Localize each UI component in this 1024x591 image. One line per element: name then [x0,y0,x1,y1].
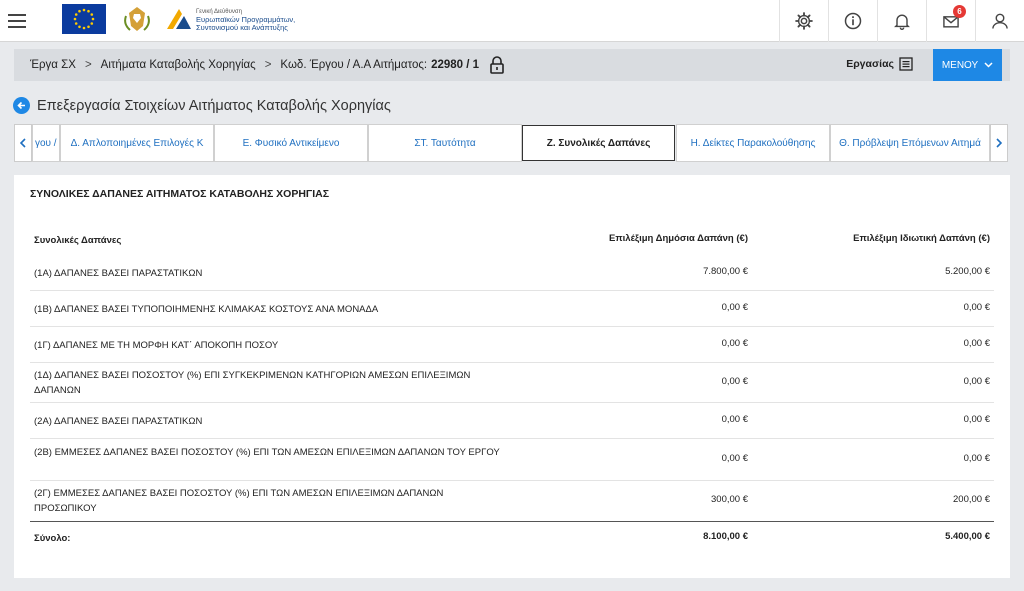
info-button[interactable] [828,0,877,42]
column-header: Επιλέξιμη Δημόσια Δαπάνη (€) [609,233,748,244]
settings-button[interactable] [779,0,828,42]
tab-strip: γου / Δ. Απλοποιημένες Επιλογές Κ Ε. Φυσ… [14,124,1010,162]
row-public-amount: 300,00 € [711,494,748,505]
row-label: (1Δ) ΔΑΠΑΝΕΣ ΒΑΣΕΙ ΠΟΣΟΣΤΟΥ (%) ΕΠΙ ΣΥΓΚ… [34,370,471,396]
info-icon [844,12,862,30]
row-private-amount: 0,00 € [963,376,990,387]
notification-badge: 6 [953,5,966,18]
row-private-amount: 200,00 € [953,494,990,505]
breadcrumb-code-label: Κωδ. Έργου / Α.Α Αιτήματος: [280,59,428,71]
tab-previous-partial[interactable]: γου / [32,124,60,162]
total-row: Σύνολο: 8.100,00 € 5.400,00 € [30,521,994,549]
row-label: (2Β) ΕΜΜΕΣΕΣ ΔΑΠΑΝΕΣ ΒΑΣΕΙ ΠΟΣΟΣΤΟΥ (%) … [34,447,500,458]
logo-text-line: Συντονισμού και Ανάπτυξης [196,23,288,32]
row-public-amount: 0,00 € [721,453,748,464]
row-label: (2Α) ΔΑΠΑΝΕΣ ΒΑΣΕΙ ΠΑΡΑΣΤΑΤΙΚΩΝ [34,416,203,427]
row-public-amount: 0,00 € [721,302,748,313]
notifications-button[interactable] [877,0,926,42]
tab-next-requests-forecast[interactable]: Θ. Πρόβλεψη Επόμενων Αιτημά [830,124,990,162]
bell-icon [894,14,910,30]
menu-button[interactable]: ΜΕΝΟΥ [933,49,1002,81]
row-public-amount: 0,00 € [721,376,748,387]
tab-monitoring-indicators[interactable]: Η. Δείκτες Παρακολούθησης [676,124,830,162]
tab-scroll-right[interactable] [990,124,1008,162]
chevron-right-icon [996,138,1002,148]
row-label: (1Β) ΔΑΠΑΝΕΣ ΒΑΣΕΙ ΤΥΠΟΠΟΙΗΜΕΝΗΣ ΚΛΙΜΑΚΑ… [34,304,379,315]
eu-flag-logo [62,4,106,34]
table-row: (1Γ) ΔΑΠΑΝΕΣ ΜΕ ΤΗ ΜΟΡΦΗ ΚΑΤ΄ ΑΠΟΚΟΠΗ ΠΟ… [30,327,994,363]
row-label: (1Α) ΔΑΠΑΝΕΣ ΒΑΣΕΙ ΠΑΡΑΣΤΑΤΙΚΩΝ [34,268,203,279]
menu-button-label: ΜΕΝΟΥ [941,59,979,71]
row-label: (1Γ) ΔΑΠΑΝΕΣ ΜΕ ΤΗ ΜΟΡΦΗ ΚΑΤ΄ ΑΠΟΚΟΠΗ ΠΟ… [34,340,279,351]
table-row: (2Α) ΔΑΠΑΝΕΣ ΒΑΣΕΙ ΠΑΡΑΣΤΑΤΙΚΩΝ 0,00 € 0… [30,403,994,439]
row-public-amount: 0,00 € [721,414,748,425]
breadcrumb-code-value: 22980 / 1 [431,59,480,71]
tasks-label: Εργασίας [846,58,894,70]
total-label: Σύνολο: [34,533,71,544]
row-private-amount: 0,00 € [963,453,990,464]
row-public-amount: 0,00 € [721,338,748,349]
row-label: (2Γ) ΕΜΜΕΣΕΣ ΔΑΠΑΝΕΣ ΒΑΣΕΙ ΠΟΣΟΣΤΟΥ (%) … [34,488,444,514]
gear-icon [795,12,813,30]
lock-icon [490,56,504,74]
messages-button[interactable]: 6 [926,0,975,42]
chevron-right-icon: > [84,59,92,71]
row-private-amount: 0,00 € [963,302,990,313]
total-private-amount: 5.400,00 € [945,531,990,542]
user-icon [992,13,1008,29]
top-bar: Γενική Διεύθυνση Ευρωπαϊκών Προγραμμάτων… [0,0,1024,42]
chevron-right-icon: > [264,59,272,71]
column-header: Επιλέξιμη Ιδιωτική Δαπάνη (€) [853,233,990,244]
page-title: Επεξεργασία Στοιχείων Αιτήματος Καταβολή… [37,97,391,114]
tab-scroll-left[interactable] [14,124,32,162]
table-row: (1Δ) ΔΑΠΑΝΕΣ ΒΑΣΕΙ ΠΟΣΟΣΤΟΥ (%) ΕΠΙ ΣΥΓΚ… [30,363,994,403]
column-header: Συνολικές Δαπάνες [34,235,122,246]
list-icon [899,57,913,71]
section-title: ΣΥΝΟΛΙΚΕΣ ΔΑΠΑΝΕΣ ΑΙΤΗΜΑΤΟΣ ΚΑΤΑΒΟΛΗΣ ΧΟ… [30,188,330,200]
back-arrow-icon[interactable] [13,97,30,114]
user-button[interactable] [975,0,1024,42]
page-header: Επεξεργασία Στοιχείων Αιτήματος Καταβολή… [13,97,391,114]
cyprus-emblem-logo [120,4,154,34]
directorate-logo: Γενική Διεύθυνση Ευρωπαϊκών Προγραμμάτων… [164,2,304,38]
tasks-button[interactable]: Εργασίας [846,57,913,71]
breadcrumb: Έργα ΣΧ > Αιτήματα Καταβολής Χορηγίας > … [14,56,505,74]
chevron-down-icon [984,62,993,68]
table-row: (1Α) ΔΑΠΑΝΕΣ ΒΑΣΕΙ ΠΑΡΑΣΤΑΤΙΚΩΝ 7.800,00… [30,255,994,291]
expenses-card: ΣΥΝΟΛΙΚΕΣ ΔΑΠΑΝΕΣ ΑΙΤΗΜΑΤΟΣ ΚΑΤΑΒΟΛΗΣ ΧΟ… [14,175,1010,578]
row-private-amount: 5.200,00 € [945,266,990,277]
total-public-amount: 8.100,00 € [703,531,748,542]
breadcrumb-item-projects[interactable]: Έργα ΣΧ [30,59,76,71]
table-header: Συνολικές Δαπάνες Επιλέξιμη Δημόσια Δαπά… [30,233,994,251]
tab-simplified-options[interactable]: Δ. Απλοποιημένες Επιλογές Κ [60,124,214,162]
menu-icon[interactable] [0,0,34,42]
table-row: (2Γ) ΕΜΜΕΣΕΣ ΔΑΠΑΝΕΣ ΒΑΣΕΙ ΠΟΣΟΣΤΟΥ (%) … [30,481,994,521]
row-private-amount: 0,00 € [963,338,990,349]
tab-physical-object[interactable]: Ε. Φυσικό Αντικείμενο [214,124,368,162]
breadcrumb-bar: Έργα ΣΧ > Αιτήματα Καταβολής Χορηγίας > … [14,49,1010,81]
tab-identity[interactable]: ΣΤ. Ταυτότητα [368,124,522,162]
breadcrumb-item-requests[interactable]: Αιτήματα Καταβολής Χορηγίας [101,59,256,71]
chevron-left-icon [20,138,26,148]
tab-total-expenses[interactable]: Ζ. Συνολικές Δαπάνες [522,125,675,161]
row-private-amount: 0,00 € [963,414,990,425]
table-row: (2Β) ΕΜΜΕΣΕΣ ΔΑΠΑΝΕΣ ΒΑΣΕΙ ΠΟΣΟΣΤΟΥ (%) … [30,439,994,481]
table-row: (1Β) ΔΑΠΑΝΕΣ ΒΑΣΕΙ ΤΥΠΟΠΟΙΗΜΕΝΗΣ ΚΛΙΜΑΚΑ… [30,291,994,327]
row-public-amount: 7.800,00 € [703,266,748,277]
